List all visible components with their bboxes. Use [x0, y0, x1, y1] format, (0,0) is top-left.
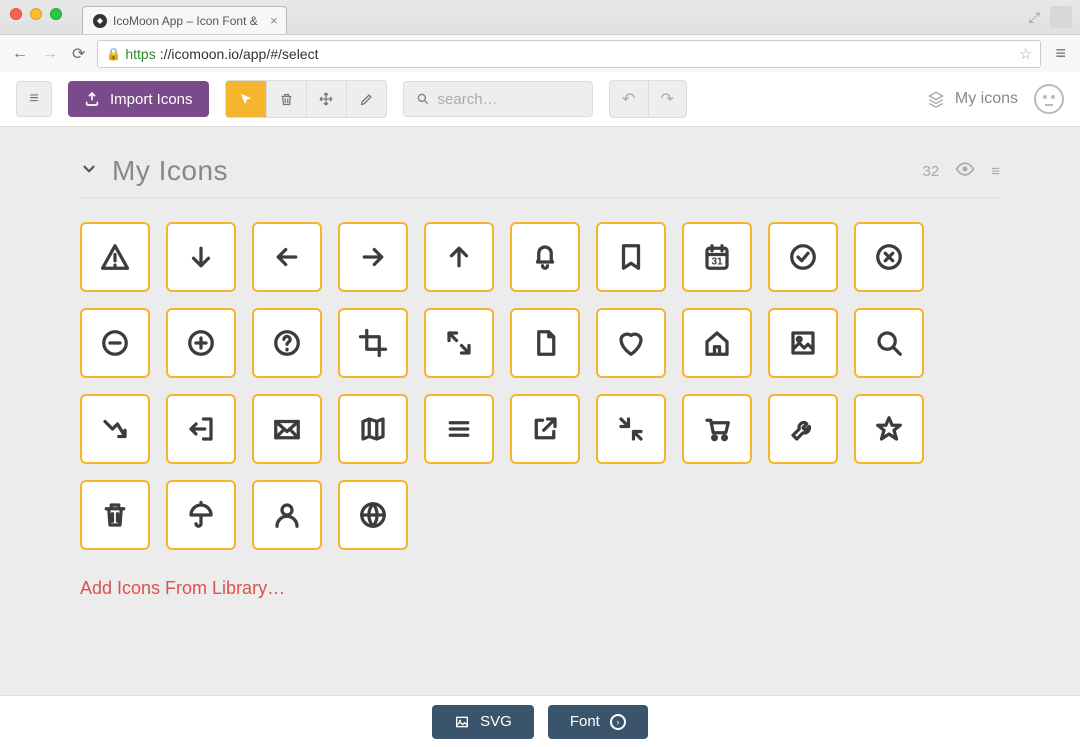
icon-question-circle[interactable] [252, 308, 322, 378]
app-toolbar: ≡ Import Icons search… ↶ ↷ My icons [0, 72, 1080, 127]
tab-bar: ◆ IcoMoon App – Icon Font & × ⤢ [0, 0, 1080, 34]
icon-arrow-left[interactable] [252, 222, 322, 292]
url-scheme: https [125, 46, 155, 62]
icon-calendar[interactable]: 31 [682, 222, 752, 292]
chevron-right-circle-icon: › [610, 714, 626, 730]
font-label: Font [570, 713, 600, 730]
icon-heart[interactable] [596, 308, 666, 378]
close-window-icon[interactable] [10, 8, 22, 20]
icon-globe[interactable] [338, 480, 408, 550]
generate-font-button[interactable]: Font › [548, 705, 648, 739]
search-input[interactable]: search… [403, 81, 593, 117]
icon-count: 32 [923, 163, 940, 180]
search-placeholder: search… [438, 91, 498, 108]
icon-arrow-up[interactable] [424, 222, 494, 292]
icon-menu[interactable] [424, 394, 494, 464]
tab-title: IcoMoon App – Icon Font & [113, 14, 258, 28]
fullscreen-icon[interactable]: ⤢ [1029, 9, 1040, 26]
icon-external-link[interactable] [510, 394, 580, 464]
edit-tool[interactable] [346, 81, 386, 117]
my-icons-link[interactable]: My icons [927, 90, 1018, 108]
search-icon [416, 92, 430, 106]
icon-document[interactable] [510, 308, 580, 378]
icon-cart[interactable] [682, 394, 752, 464]
history-group: ↶ ↷ [609, 80, 687, 118]
icon-arrow-down[interactable] [166, 222, 236, 292]
bottom-action-bar: SVG Font › [0, 695, 1080, 747]
icon-close-circle[interactable] [854, 222, 924, 292]
icon-star[interactable] [854, 394, 924, 464]
icon-trash[interactable] [80, 480, 150, 550]
reload-button[interactable]: ⟳ [70, 44, 87, 64]
icon-plus-circle[interactable] [166, 308, 236, 378]
svg-text:31: 31 [711, 257, 723, 268]
delete-tool[interactable] [266, 81, 306, 117]
redo-button[interactable]: ↷ [648, 81, 686, 117]
icon-home[interactable] [682, 308, 752, 378]
icon-umbrella[interactable] [166, 480, 236, 550]
window-controls[interactable] [0, 0, 72, 20]
icon-exit[interactable] [166, 394, 236, 464]
icon-trend-down[interactable] [80, 394, 150, 464]
browser-tab[interactable]: ◆ IcoMoon App – Icon Font & × [82, 6, 287, 34]
icon-bookmark[interactable] [596, 222, 666, 292]
forward-button[interactable]: → [40, 45, 60, 63]
section-header: My Icons 32 ≡ [80, 155, 1000, 198]
icon-user[interactable] [252, 480, 322, 550]
lock-icon: 🔒 [106, 47, 121, 61]
tool-mode-group [225, 80, 387, 118]
chrome-menu-icon[interactable]: ≡ [1051, 43, 1070, 64]
url-field[interactable]: 🔒 https ://icomoon.io/app/#/select ☆ [97, 40, 1041, 68]
icon-image[interactable] [768, 308, 838, 378]
icon-map[interactable] [338, 394, 408, 464]
bookmark-star-icon[interactable]: ☆ [1019, 45, 1032, 63]
icon-arrow-right[interactable] [338, 222, 408, 292]
svg-label: SVG [480, 713, 512, 730]
icon-alert[interactable] [80, 222, 150, 292]
icon-check-circle[interactable] [768, 222, 838, 292]
tab-close-icon[interactable]: × [270, 13, 278, 28]
move-tool[interactable] [306, 81, 346, 117]
undo-button[interactable]: ↶ [610, 81, 648, 117]
minimize-window-icon[interactable] [30, 8, 42, 20]
import-icons-button[interactable]: Import Icons [68, 81, 209, 117]
icon-crop[interactable] [338, 308, 408, 378]
icon-expand[interactable] [424, 308, 494, 378]
upload-icon [84, 91, 100, 107]
face-neutral-icon[interactable] [1034, 84, 1064, 114]
chevron-down-icon[interactable] [80, 160, 98, 183]
select-tool[interactable] [226, 81, 266, 117]
back-button[interactable]: ← [10, 45, 30, 63]
icon-minus-circle[interactable] [80, 308, 150, 378]
icon-wrench[interactable] [768, 394, 838, 464]
my-icons-label: My icons [955, 90, 1018, 108]
icon-bell[interactable] [510, 222, 580, 292]
generate-svg-button[interactable]: SVG [432, 705, 534, 739]
main-menu-button[interactable]: ≡ [16, 81, 52, 117]
add-from-library-link[interactable]: Add Icons From Library… [80, 578, 1000, 599]
favicon-icon: ◆ [93, 14, 107, 28]
address-bar: ← → ⟳ 🔒 https ://icomoon.io/app/#/select … [0, 34, 1080, 72]
layers-icon [927, 90, 945, 108]
import-label: Import Icons [110, 91, 193, 108]
icon-set-section: My Icons 32 ≡ 31 [0, 127, 1080, 599]
icon-grid: 31 [80, 198, 1000, 570]
browser-chrome: ◆ IcoMoon App – Icon Font & × ⤢ ← → ⟳ 🔒 … [0, 0, 1080, 72]
url-path: ://icomoon.io/app/#/select [160, 46, 319, 62]
profile-avatar[interactable] [1050, 6, 1072, 28]
section-title: My Icons [112, 155, 228, 187]
icon-search[interactable] [854, 308, 924, 378]
icon-mail[interactable] [252, 394, 322, 464]
list-menu-icon[interactable]: ≡ [991, 163, 1000, 180]
icon-collapse[interactable] [596, 394, 666, 464]
eye-icon[interactable] [955, 159, 975, 183]
zoom-window-icon[interactable] [50, 8, 62, 20]
image-icon [454, 714, 470, 730]
